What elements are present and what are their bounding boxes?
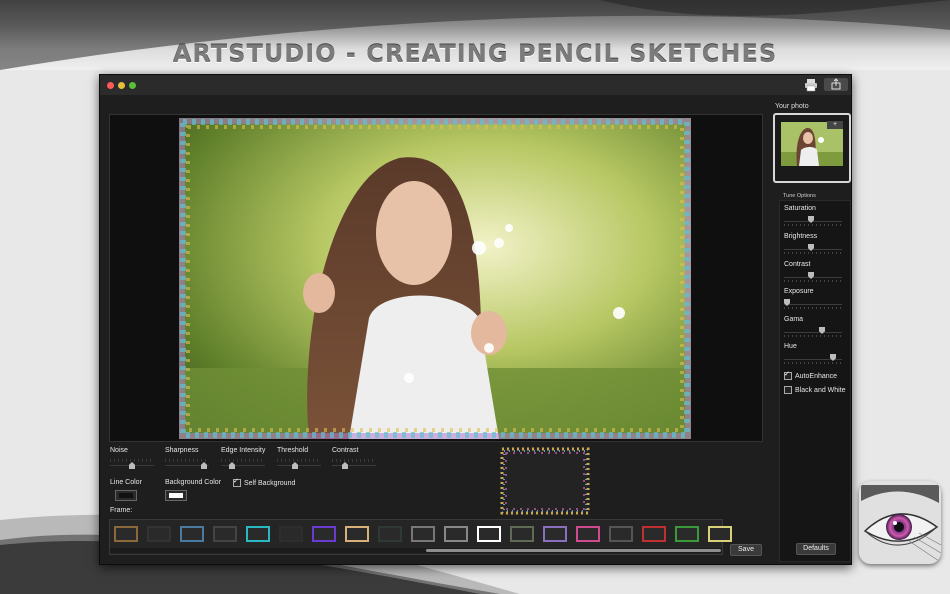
frame-option[interactable] [114,526,138,542]
self-background-label: Self Background [244,479,296,487]
brightness-label: Brightness [784,233,818,240]
add-photo-button[interactable]: + [827,121,843,129]
defaults-button[interactable]: Defaults [796,543,836,555]
black-and-white-checkbox[interactable]: Black and White [784,386,846,394]
noise-label: Noise [110,447,128,454]
saturation-slider[interactable] [784,216,844,226]
share-button[interactable] [824,78,848,91]
sketch-preview-image [179,118,691,439]
saturation-label: Saturation [784,205,816,212]
title-bar [100,75,851,95]
frame-option[interactable] [279,526,303,542]
tune-contrast-label: Contrast [784,261,811,268]
line-color-label: Line Color [110,479,142,486]
your-photo-label: Your photo [775,103,809,110]
printer-icon[interactable] [804,78,818,92]
frame-option[interactable] [147,526,171,542]
brightness-row: Brightness [784,233,846,254]
contrast-slider[interactable] [332,459,376,469]
zoom-window-button[interactable] [129,82,136,89]
save-button[interactable]: Save [730,544,762,556]
app-window: Your photo + Tune Options Saturation Bri… [99,74,852,565]
exposure-label: Exposure [784,288,814,295]
frame-option[interactable] [378,526,402,542]
saturation-row: Saturation [784,205,846,226]
tune-options-label: Tune Options [783,193,816,199]
autoenhance-checkbox[interactable]: AutoEnhance [784,370,838,380]
close-window-button[interactable] [107,82,114,89]
frame-option[interactable] [477,526,501,542]
frame-option[interactable] [444,526,468,542]
frame-preview [500,447,590,515]
frame-option[interactable] [180,526,204,542]
brightness-slider[interactable] [784,244,844,254]
tune-contrast-slider[interactable] [784,272,844,282]
frames-strip[interactable] [109,519,732,555]
threshold-label: Threshold [277,447,309,454]
hue-slider[interactable] [784,354,844,364]
hue-row: Hue [784,343,846,364]
black-and-white-label: Black and White [795,386,846,394]
edge-intensity-label: Edge Intensity [221,447,266,454]
self-background-check-icon[interactable] [233,477,241,487]
line-color-swatch [119,493,133,498]
line-color-well[interactable] [115,490,137,501]
noise-slider[interactable] [110,459,154,469]
contrast-label: Contrast [332,447,359,454]
minimize-window-button[interactable] [118,82,125,89]
gama-slider[interactable] [784,327,844,337]
frame-option[interactable] [576,526,600,542]
frame-option[interactable] [642,526,666,542]
frame-option[interactable] [312,526,336,542]
contrast-row: Contrast [784,261,846,282]
frame-option[interactable] [411,526,435,542]
black-and-white-check-icon[interactable] [784,386,792,394]
frame-option[interactable] [345,526,369,542]
exposure-slider[interactable] [784,299,844,309]
background-color-well[interactable] [165,490,187,501]
frame-option[interactable] [675,526,699,542]
sharpness-label: Sharpness [165,447,199,454]
autoenhance-label: AutoEnhance [795,372,838,380]
artstudio-app-icon [859,481,941,564]
gama-row: Gama [784,316,846,337]
threshold-slider[interactable] [277,459,321,469]
frame-option[interactable] [543,526,567,542]
hue-label: Hue [784,343,797,350]
self-background-checkbox[interactable]: Self Background [233,477,296,487]
frames-scroll-thumb[interactable] [426,549,721,552]
autoenhance-check-icon[interactable] [784,370,792,380]
exposure-row: Exposure [784,288,846,309]
background-color-swatch [169,493,183,498]
banner-title: ARTSTUDIO - CREATING PENCIL SKETCHES [172,40,778,68]
share-icon [831,78,841,90]
frame-option[interactable] [213,526,237,542]
sharpness-slider[interactable] [165,459,209,469]
frame-option[interactable] [246,526,270,542]
edge-intensity-slider[interactable] [221,459,265,469]
frame-label: Frame: [110,507,133,514]
background-color-label: Background Color [165,479,222,486]
photo-thumbnail[interactable]: + [773,113,851,183]
tune-options-panel: Saturation Brightness Contrast Exposure … [779,200,851,562]
gama-label: Gama [784,316,804,323]
frame-option[interactable] [708,526,732,542]
frame-option[interactable] [510,526,534,542]
frame-option[interactable] [609,526,633,542]
